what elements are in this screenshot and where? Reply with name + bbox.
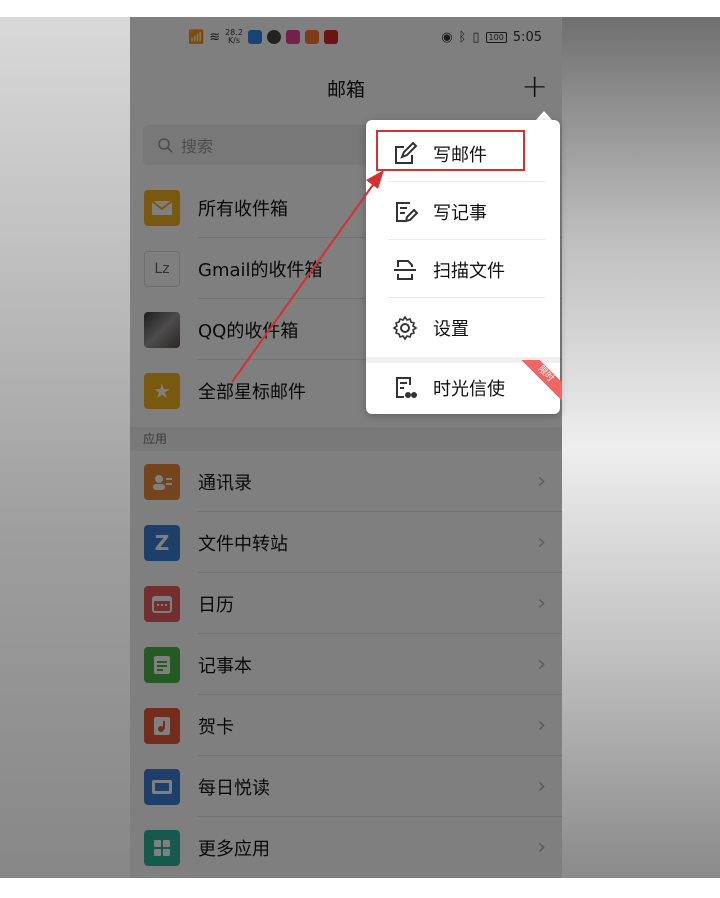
badge-label: 限时 [518, 360, 562, 402]
scan-icon [394, 260, 416, 280]
time-messenger-icon [396, 377, 417, 398]
menu-item-scan[interactable]: 扫描文件 [366, 240, 560, 298]
menu-item-settings[interactable]: 设置 [366, 298, 560, 356]
gear-icon [392, 315, 418, 341]
menu-item-write-note[interactable]: 写记事 [366, 182, 560, 240]
highlight-box [376, 130, 525, 171]
write-note-icon [396, 202, 418, 223]
background-blur-right [562, 17, 720, 878]
background-blur-left [0, 17, 130, 878]
menu-item-label: 设置 [433, 319, 469, 340]
menu-item-label: 写记事 [433, 203, 487, 224]
menu-item-label: 扫描文件 [433, 261, 505, 282]
menu-item-label: 时光信使 [433, 379, 505, 400]
limited-time-badge: 限时 [516, 360, 562, 406]
